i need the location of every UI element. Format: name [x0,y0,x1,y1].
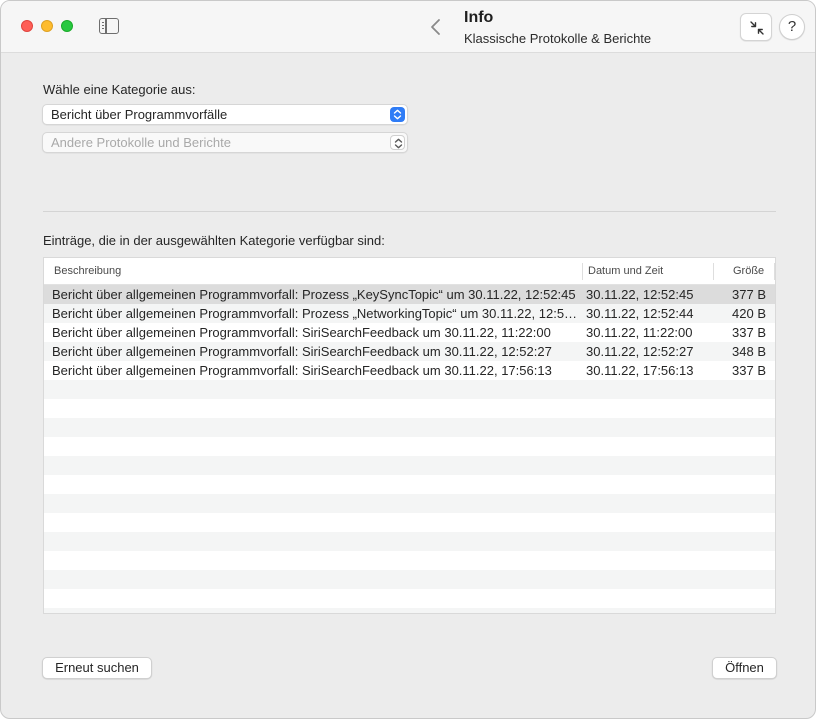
row-size: 348 B [732,344,766,359]
row-description: Bericht über allgemeinen Programmvorfall… [52,306,580,321]
column-header-size[interactable]: Größe [733,265,764,277]
empty-row [44,456,775,475]
row-description: Bericht über allgemeinen Programmvorfall… [52,287,576,302]
row-date: 30.11.22, 12:52:27 [586,344,694,359]
minimize-window-button[interactable] [41,20,53,32]
row-date: 30.11.22, 17:56:13 [586,363,694,378]
empty-row [44,551,775,570]
table-row[interactable]: Bericht über allgemeinen Programmvorfall… [44,285,775,304]
sidebar-toggle-icon[interactable] [99,18,119,34]
rescan-button[interactable]: Erneut suchen [42,657,152,679]
empty-row [44,513,775,532]
section-divider [43,211,776,212]
collapse-button[interactable] [740,13,772,41]
empty-row [44,399,775,418]
row-size: 420 B [732,306,766,321]
table-row[interactable]: Bericht über allgemeinen Programmvorfall… [44,361,775,380]
back-chevron-icon[interactable] [429,18,443,36]
column-divider[interactable] [774,263,775,280]
column-header-description[interactable]: Beschreibung [54,265,121,277]
column-divider[interactable] [582,263,583,280]
collapse-arrows-icon [750,21,764,35]
other-logs-popup[interactable]: Andere Protokolle und Berichte [42,132,408,153]
app-window: Info Klassische Protokolle & Berichte ? … [0,0,816,719]
row-size: 337 B [732,363,766,378]
category-popup[interactable]: Bericht über Programmvorfälle [42,104,408,125]
empty-row [44,532,775,551]
category-label: Wähle eine Kategorie aus: [43,82,196,97]
row-date: 30.11.22, 11:22:00 [586,325,693,340]
window-subtitle: Klassische Protokolle & Berichte [464,31,652,46]
row-date: 30.11.22, 12:52:45 [586,287,694,302]
empty-row [44,608,775,613]
row-date: 30.11.22, 12:52:44 [586,306,694,321]
open-button[interactable]: Öffnen [712,657,777,679]
row-size: 337 B [732,325,766,340]
table-row[interactable]: Bericht über allgemeinen Programmvorfall… [44,323,775,342]
row-description: Bericht über allgemeinen Programmvorfall… [52,363,552,378]
entries-table[interactable]: Beschreibung Datum und Zeit Größe Berich… [43,257,776,614]
empty-row [44,380,775,399]
entries-label: Einträge, die in der ausgewählten Katego… [43,233,385,248]
zoom-window-button[interactable] [61,20,73,32]
table-header: Beschreibung Datum und Zeit Größe [44,258,775,285]
table-body: Bericht über allgemeinen Programmvorfall… [44,285,775,613]
close-window-button[interactable] [21,20,33,32]
window-title: Info [464,9,494,26]
popup-stepper-icon [390,107,405,122]
empty-row [44,475,775,494]
empty-row [44,437,775,456]
title-bar: Info Klassische Protokolle & Berichte ? [1,1,815,53]
empty-row [44,418,775,437]
table-row[interactable]: Bericht über allgemeinen Programmvorfall… [44,304,775,323]
row-size: 377 B [732,287,766,302]
column-header-date[interactable]: Datum und Zeit [588,265,663,277]
other-logs-popup-placeholder: Andere Protokolle und Berichte [51,135,231,150]
help-button[interactable]: ? [779,14,805,40]
row-description: Bericht über allgemeinen Programmvorfall… [52,325,551,340]
column-divider[interactable] [713,263,714,280]
row-description: Bericht über allgemeinen Programmvorfall… [52,344,552,359]
category-popup-value: Bericht über Programmvorfälle [51,107,228,122]
empty-row [44,570,775,589]
table-row[interactable]: Bericht über allgemeinen Programmvorfall… [44,342,775,361]
empty-row [44,494,775,513]
empty-row [44,589,775,608]
popup-stepper-icon [390,135,405,150]
